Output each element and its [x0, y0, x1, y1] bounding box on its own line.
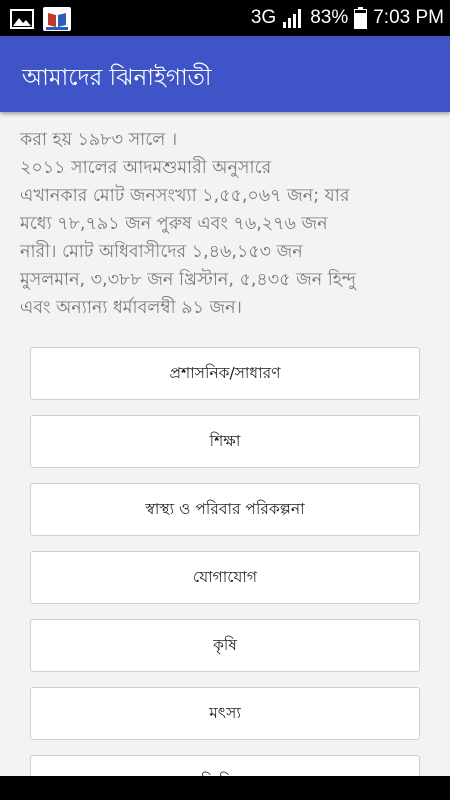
- menu-button-agriculture[interactable]: কৃষি: [30, 619, 420, 672]
- network-type-label: 3G: [250, 7, 277, 28]
- status-bar: 3G 83% 7:03 PM: [0, 0, 450, 36]
- system-status: 3G 83% 7:03 PM: [251, 0, 444, 36]
- intro-line: এখানকার মোট জনসংখ্যা ১,৫৫,০৬৭ জন; যার: [20, 186, 350, 206]
- app-notification-icon: [43, 7, 71, 31]
- intro-line: এবং অন্যান্য ধর্মাবলম্বী ৯১ জন।: [20, 298, 242, 318]
- navigation-bar: [0, 776, 450, 800]
- intro-line: ২০১১ সালের আদমশুমারী অনুসারে: [20, 158, 272, 178]
- intro-line: মধ্যে ৭৮,৭৯১ জন পুরুষ এবং ৭৬,২৭৬ জন: [20, 214, 328, 234]
- menu-button-administrative[interactable]: প্রশাসনিক/সাধারণ: [30, 347, 420, 400]
- battery-icon: [354, 7, 368, 29]
- intro-paragraph: করা হয় ১৯৮৩ সালে । ২০১১ সালের আদমশুমারী…: [20, 126, 436, 322]
- notification-icons: [10, 6, 72, 32]
- menu-button-education[interactable]: শিক্ষা: [30, 415, 420, 468]
- clock: 7:03 PM: [373, 7, 444, 28]
- menu-button-land-affairs[interactable]: ভূমি বিষয়ক: [30, 755, 420, 776]
- battery-percentage: 83%: [310, 7, 349, 28]
- signal-icon: [283, 9, 302, 28]
- main-content[interactable]: করা হয় ১৯৮৩ সালে । ২০১১ সালের আদমশুমারী…: [0, 112, 450, 776]
- menu-button-health-family-planning[interactable]: স্বাস্থ্য ও পরিবার পরিকল্পনা: [30, 483, 420, 536]
- intro-line: মুসলমান, ৩,৩৮৮ জন খ্রিস্টান, ৫,৪৩৫ জন হি…: [20, 270, 356, 290]
- menu-button-communication[interactable]: যোগাযোগ: [30, 551, 420, 604]
- menu-button-fisheries[interactable]: মৎস্য: [30, 687, 420, 740]
- page-title: আমাদের ঝিনাইগাতী: [22, 65, 212, 91]
- intro-line: নারী। মোট অধিবাসীদের ১,৪৬,১৫৩ জন: [20, 242, 303, 262]
- intro-line: করা হয় ১৯৮৩ সালে ।: [20, 130, 178, 150]
- gallery-icon: [10, 9, 34, 29]
- app-bar: আমাদের ঝিনাইগাতী: [0, 36, 450, 112]
- menu-list: প্রশাসনিক/সাধারণ শিক্ষা স্বাস্থ্য ও পরিব…: [30, 347, 420, 776]
